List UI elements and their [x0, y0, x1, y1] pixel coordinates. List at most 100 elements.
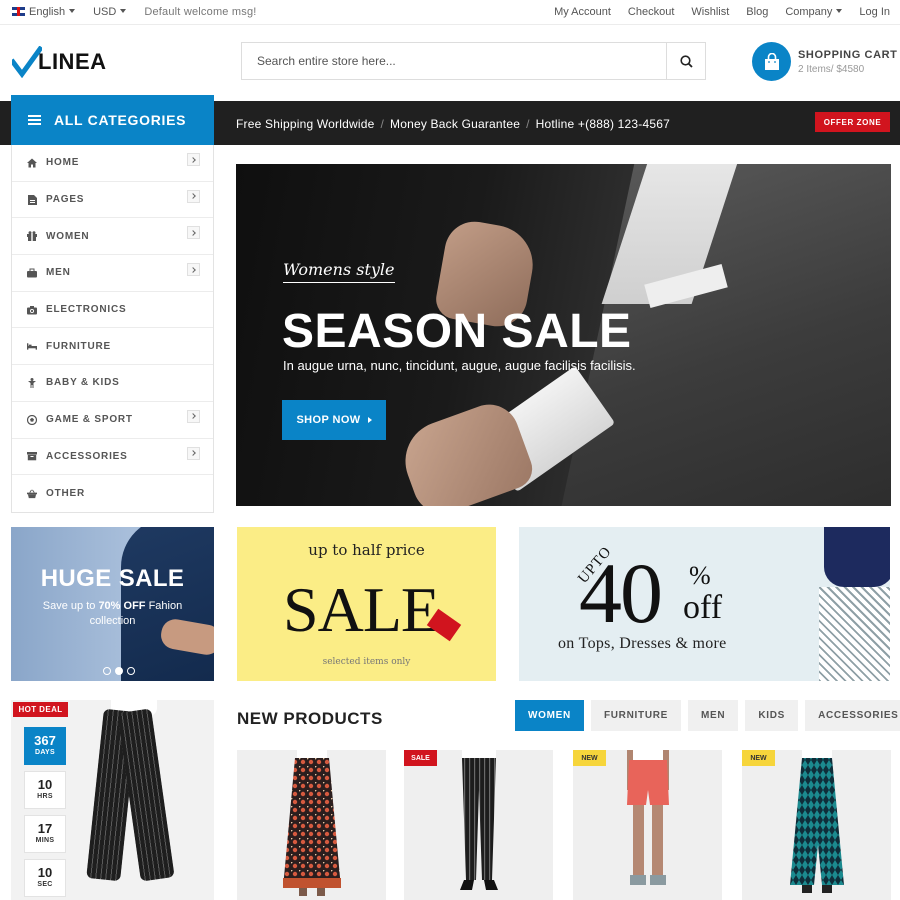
chevron-right-icon[interactable] [187, 153, 200, 166]
half-price-banner[interactable]: up to half price SALE selected items onl… [237, 527, 496, 681]
countdown-unit: HRS [37, 793, 53, 800]
new-products-title: NEW PRODUCTS [237, 709, 383, 728]
language-selector[interactable]: English [12, 6, 76, 18]
promo-guarantee: Money Back Guarantee [390, 117, 521, 131]
product-card[interactable]: NEW [742, 750, 891, 900]
forty-number: 40 [579, 545, 663, 641]
promo-hotline: Hotline +(888) 123-4567 [535, 117, 670, 131]
product-card[interactable]: SALE [404, 750, 553, 900]
cart-summary: 2 Items/ $4580 [798, 64, 865, 75]
huge-sale-line2: collection [89, 615, 136, 627]
search-bar [241, 42, 706, 80]
hot-deal-badge: HOT DEAL [13, 702, 68, 717]
my-account-link[interactable]: My Account [554, 6, 611, 18]
percent-sign: % [689, 561, 711, 590]
category-item-game-sport[interactable]: GAME & SPORT [12, 402, 213, 439]
bed-icon [27, 341, 37, 351]
search-button[interactable] [666, 43, 705, 79]
shop-now-button[interactable]: SHOP NOW [282, 400, 386, 440]
slider-dot-active[interactable] [115, 667, 123, 675]
countdown-minutes: 17 MINS [24, 815, 66, 853]
banner-model-skirt [819, 587, 890, 681]
briefcase-icon [27, 268, 37, 278]
chevron-down-icon [120, 9, 127, 13]
login-link[interactable]: Log In [859, 6, 890, 18]
countdown-value: 10 [37, 865, 53, 880]
offer-zone-button[interactable]: OFFER ZONE [815, 112, 890, 132]
product-card[interactable]: NEW [573, 750, 722, 900]
promo-separator: / [380, 117, 384, 131]
countdown-seconds: 10 SEC [24, 859, 66, 897]
shopping-cart[interactable]: SHOPPING CART 2 Items/ $4580 [752, 42, 897, 82]
site-logo[interactable]: LINEA [12, 46, 107, 78]
category-item-other[interactable]: OTHER [12, 475, 213, 512]
tab-kids[interactable]: KIDS [745, 700, 799, 731]
currency-selector[interactable]: USD [93, 6, 127, 18]
chevron-down-icon [69, 9, 76, 13]
half-price-sale: SALE [283, 574, 440, 645]
currency-label: USD [93, 6, 117, 18]
hot-deal-panel[interactable]: HOT DEAL 367 DAYS 10 HRS 17 MINS 10 SEC [11, 700, 214, 900]
tab-furniture[interactable]: FURNITURE [590, 700, 682, 731]
slider-dots [103, 667, 135, 675]
category-label: WOMEN [46, 230, 90, 242]
tab-men[interactable]: MEN [688, 700, 739, 731]
category-item-home[interactable]: HOME [12, 145, 213, 182]
category-label: MEN [46, 267, 71, 279]
wishlist-link[interactable]: Wishlist [691, 6, 729, 18]
top-bar: English USD Default welcome msg! My Acco… [0, 0, 900, 25]
category-item-furniture[interactable]: FURNITURE [12, 328, 213, 366]
product-image [282, 750, 341, 896]
tab-women[interactable]: WOMEN [515, 700, 584, 731]
product-card[interactable] [237, 750, 386, 900]
sale-badge: SALE [404, 750, 437, 766]
product-image [626, 750, 669, 885]
search-input[interactable] [242, 43, 667, 79]
checkout-link[interactable]: Checkout [628, 6, 674, 18]
gift-icon [27, 231, 37, 242]
category-label: HOME [46, 157, 80, 169]
countdown-value: 10 [37, 777, 53, 792]
forty-off-subtitle: on Tops, Dresses & more [558, 635, 727, 652]
category-item-electronics[interactable]: ELECTRONICS [12, 292, 213, 329]
banner-model-top [824, 527, 890, 587]
promo-separator: / [526, 117, 530, 131]
company-label: Company [785, 6, 833, 18]
hero-subtitle: Womens style [283, 260, 395, 283]
blog-link[interactable]: Blog [746, 6, 768, 18]
chevron-right-icon[interactable] [187, 446, 200, 460]
uk-flag-icon [12, 7, 25, 16]
product-image [459, 750, 498, 890]
tab-accessories[interactable]: ACCESSORIES [805, 700, 900, 731]
slider-dot[interactable] [103, 667, 111, 675]
category-label: PAGES [46, 194, 85, 206]
chevron-right-icon[interactable] [187, 263, 200, 277]
forty-off-banner[interactable]: UPTO 40 % off on Tops, Dresses & more [519, 527, 890, 681]
file-icon [27, 194, 37, 205]
product-tabs: WOMEN FURNITURE MEN KIDS ACCESSORIES [515, 700, 900, 731]
slider-dot[interactable] [127, 667, 135, 675]
chevron-right-icon[interactable] [187, 226, 200, 240]
cart-label: SHOPPING CART [798, 49, 898, 61]
huge-sale-line1-rest: Fahion [148, 600, 183, 612]
all-categories-button[interactable]: ALL CATEGORIES [11, 95, 214, 145]
category-item-men[interactable]: MEN [12, 255, 213, 292]
half-price-top: up to half price [308, 541, 425, 559]
chevron-right-icon[interactable] [187, 409, 200, 423]
caret-right-icon [367, 417, 372, 423]
hot-deal-product-image [81, 700, 191, 900]
category-item-baby-kids[interactable]: BABY & KIDS [12, 365, 213, 402]
off-label: off [683, 589, 723, 626]
new-badge: NEW [742, 750, 775, 766]
category-label: OTHER [46, 488, 85, 500]
category-label: FURNITURE [46, 340, 111, 352]
company-menu[interactable]: Company [785, 6, 843, 18]
promo-strip: Free Shipping Worldwide / Money Back Guara… [236, 117, 670, 131]
category-item-pages[interactable]: PAGES [12, 182, 213, 219]
huge-sale-banner[interactable]: HUGE SALE Save up to 70% OFF Fahion coll… [11, 527, 214, 681]
hero-slider[interactable]: Womens style SEASON SALE In augue urna, … [236, 164, 891, 506]
logo-text: LINEA [38, 49, 107, 74]
chevron-right-icon[interactable] [187, 189, 200, 203]
category-item-accessories[interactable]: ACCESSORIES [12, 439, 213, 476]
category-item-women[interactable]: WOMEN [12, 218, 213, 256]
